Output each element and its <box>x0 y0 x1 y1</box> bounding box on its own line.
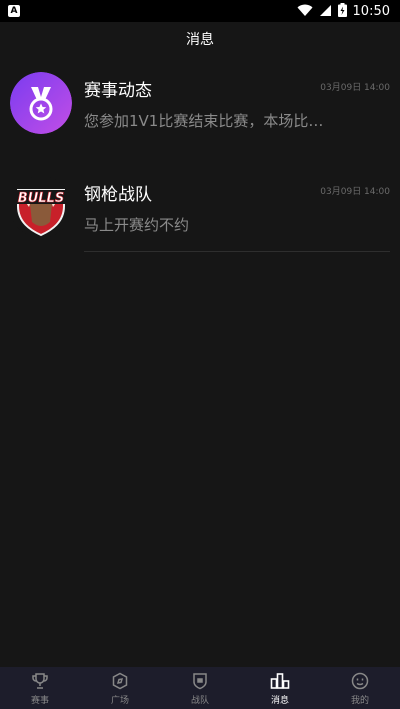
tab-label: 赛事 <box>30 695 49 706</box>
message-item-team[interactable]: BULLS 钢枪战队 03月09日 14:00 马上开赛约不约 <box>0 168 400 272</box>
message-title: 赛事动态 <box>84 81 152 101</box>
message-preview: 您参加1V1比赛结束比赛，本场比赛结果 <box>84 112 324 130</box>
app-notification-icon: A <box>8 5 20 17</box>
team-logo-text: BULLS <box>18 191 64 206</box>
bottom-tab-bar: 赛事 广场 战队 消息 我的 <box>0 667 400 709</box>
tab-label: 我的 <box>350 695 369 706</box>
tab-label: 战队 <box>190 695 209 706</box>
message-list: 赛事动态 03月09日 14:00 您参加1V1比赛结束比赛，本场比赛结果 BU… <box>0 64 400 272</box>
compass-icon <box>110 671 130 691</box>
trophy-icon <box>30 671 50 691</box>
status-time: 10:50 <box>352 3 390 19</box>
page-title: 消息 <box>186 32 214 48</box>
signal-icon <box>319 2 332 21</box>
message-time: 03月09日 14:00 <box>320 187 390 197</box>
page-header: 消息 <box>0 22 400 56</box>
message-icon <box>270 671 290 691</box>
profile-icon <box>350 671 370 691</box>
tab-label: 广场 <box>110 695 129 706</box>
message-divider <box>84 251 390 252</box>
status-right: 10:50 <box>297 2 390 21</box>
tab-plaza[interactable]: 广场 <box>80 671 160 706</box>
wifi-icon <box>297 2 313 21</box>
medal-icon <box>10 72 72 134</box>
bulls-team-logo: BULLS <box>10 176 72 238</box>
tab-profile[interactable]: 我的 <box>320 671 400 706</box>
status-bar: A 10:50 <box>0 0 400 22</box>
tab-team[interactable]: 战队 <box>160 671 240 706</box>
message-preview: 马上开赛约不约 <box>84 216 190 234</box>
message-time: 03月09日 14:00 <box>320 83 390 93</box>
tab-messages[interactable]: 消息 <box>240 671 320 706</box>
message-title: 钢枪战队 <box>84 185 152 205</box>
battery-icon <box>337 2 347 21</box>
tab-events[interactable]: 赛事 <box>0 671 80 706</box>
status-left: A <box>8 5 20 17</box>
tab-label: 消息 <box>270 695 289 706</box>
shield-icon <box>190 671 210 691</box>
message-item-events[interactable]: 赛事动态 03月09日 14:00 您参加1V1比赛结束比赛，本场比赛结果 <box>0 64 400 168</box>
